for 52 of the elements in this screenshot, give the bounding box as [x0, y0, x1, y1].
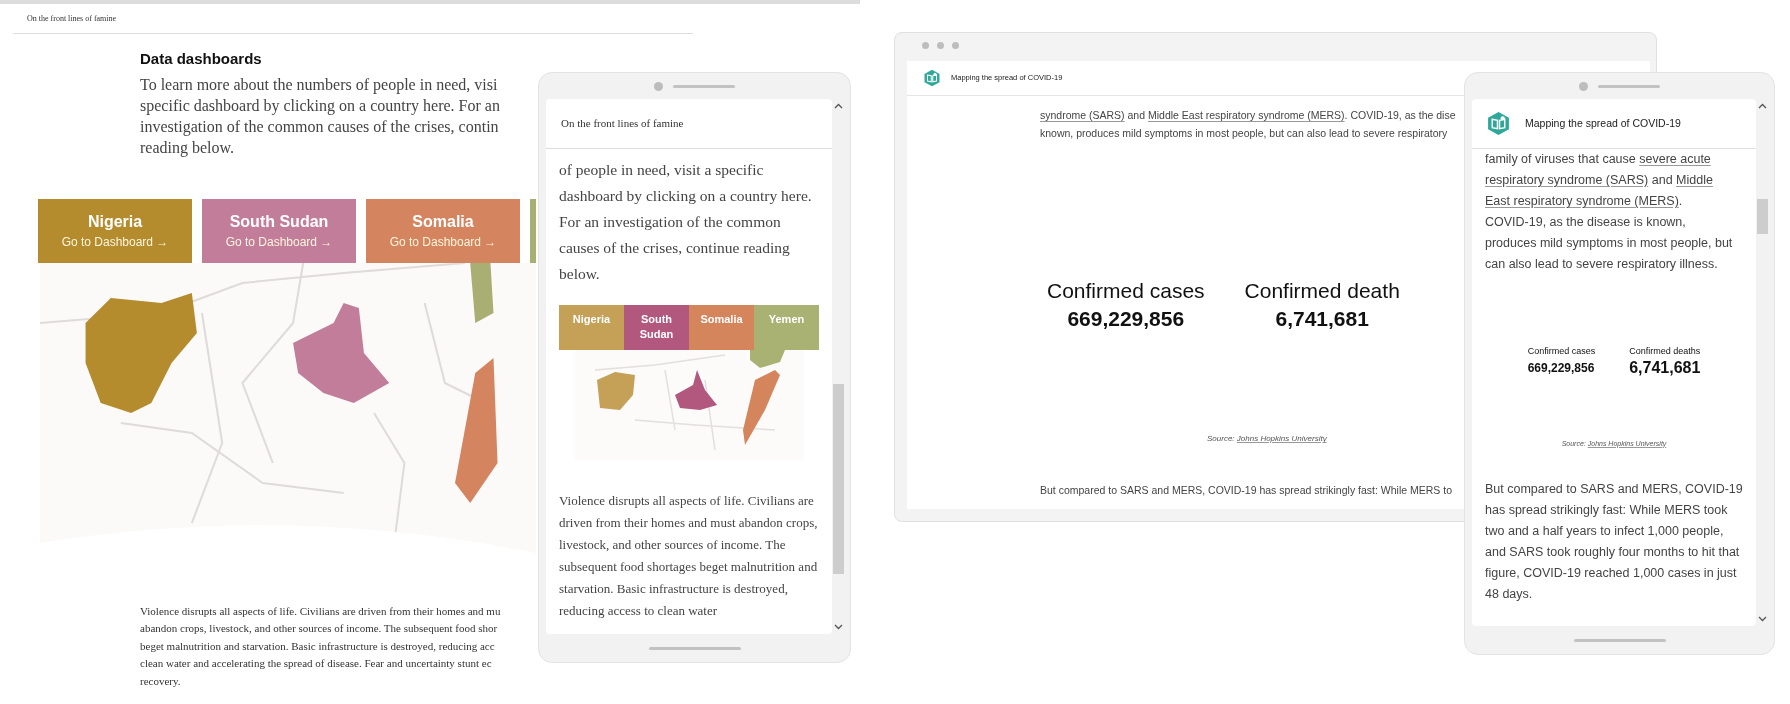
country-tab[interactable]: South Sudan: [624, 305, 689, 350]
site-title: On the front lines of famine: [561, 116, 684, 132]
map-book-icon: [923, 69, 941, 87]
text-link[interactable]: respiratory syndrome (SARS): [1485, 173, 1649, 187]
text-link[interactable]: Middle: [1676, 173, 1713, 187]
paragraph-line: produces mild symptoms in most people, but: [1485, 235, 1733, 252]
stat-label: Confirmed deaths: [1629, 345, 1701, 358]
speaker-bar: [1598, 84, 1660, 88]
source-note: Source: Johns Hopkins University: [1207, 433, 1327, 445]
paragraph-line: respiratory syndrome (SARS) and Middle: [1485, 172, 1713, 189]
scroll-down-icon[interactable]: [834, 624, 843, 630]
site-title: Mapping the spread of COVID-19: [1525, 115, 1681, 131]
paragraph-line: specific dashboard by clicking on a country here. For an: [140, 95, 500, 116]
paragraph-line: To learn more about the numbers of people in need, visi: [140, 74, 498, 95]
paragraph-line: investigation of the common causes of the crises, contin: [140, 116, 499, 137]
scroll-down-icon[interactable]: [1758, 616, 1767, 622]
text-link[interactable]: Johns Hopkins University: [1236, 434, 1327, 443]
paragraph: Violence disrupts all aspects of life. Civilians are driven from their homes and must abandon crops, livestock, and other sources of income. The subsequent food shortages beget malnutrition and starvation. Basic infrastructure is destroyed, reducing access to clean water: [559, 492, 819, 620]
text-link[interactable]: Middle East respiratory syndrome (MERS): [1147, 109, 1345, 121]
paragraph: But compared to SARS and MERS, COVID-19 has spread strikingly fast: While MERS took two and a half years to infect 1,000 people, and SARS took roughly four months to hit that figure, COVID-19 reached 1,000 cases in just 48 days.: [1485, 481, 1743, 603]
section-heading: Data dashboards: [140, 49, 262, 69]
paragraph-line: abandon crops, livestock, and other sources of income. The subsequent food shor: [140, 621, 498, 636]
site-title: On the front lines of famine: [27, 12, 117, 25]
stat-value: 6,741,681: [1629, 358, 1701, 377]
paragraph-line: But compared to SARS and MERS, COVID-19 has spread strikingly fast: While MERS to: [1040, 483, 1452, 498]
paragraph-line: can also lead to severe respiratory illness.: [1485, 256, 1718, 273]
text-link[interactable]: syndrome (SARS): [1040, 109, 1125, 121]
paragraph: of people in need, visit a specific dashboard by clicking on a country here. For an investigation of the common causes of the crises, continue reading below.: [559, 160, 813, 284]
paragraph-line: known, produces mild symptoms in most people, but can also lead to severe respiratory: [1040, 126, 1448, 141]
stat-label: Confirmed cases: [1527, 345, 1596, 358]
paragraph-line: Violence disrupts all aspects of life. Civilians are driven from their homes and mu: [140, 603, 501, 619]
paragraph-line: reading below.: [140, 137, 235, 158]
scroll-thumb[interactable]: [1757, 199, 1768, 234]
scroll-up-icon[interactable]: [1758, 103, 1767, 109]
text-link[interactable]: East respiratory syndrome (MERS): [1485, 194, 1679, 208]
stat-label: Confirmed cases: [1047, 278, 1205, 304]
paragraph-line: East respiratory syndrome (MERS).: [1485, 193, 1683, 210]
paragraph-line: COVID-19, as the disease is known,: [1485, 214, 1686, 231]
scroll-up-icon[interactable]: [834, 103, 843, 109]
speaker-bar: [673, 84, 735, 88]
stat-value: 6,741,681: [1275, 306, 1369, 332]
paragraph-line: syndrome (SARS) and Middle East respiratory syndrome (MERS). COVID-19, as the dise: [1040, 108, 1456, 123]
stat-value: 669,229,856: [1067, 306, 1185, 332]
paragraph-line: clean water and accelerating the spread of disease. Fear and uncertainty stunt ec: [140, 656, 492, 671]
scroll-thumb[interactable]: [833, 384, 844, 574]
stat-label: Confirmed death: [1244, 278, 1400, 304]
stat-value: 669,229,856: [1527, 359, 1596, 377]
map-book-icon: [1486, 111, 1511, 136]
paragraph-line: family of viruses that cause severe acute: [1485, 151, 1711, 168]
paragraph-line: recovery.: [140, 673, 181, 689]
text-link[interactable]: severe acute: [1639, 152, 1711, 166]
paragraph-line: beget malnutrition and starvation. Basic infrastructure is destroyed, reducing acc: [140, 638, 495, 654]
